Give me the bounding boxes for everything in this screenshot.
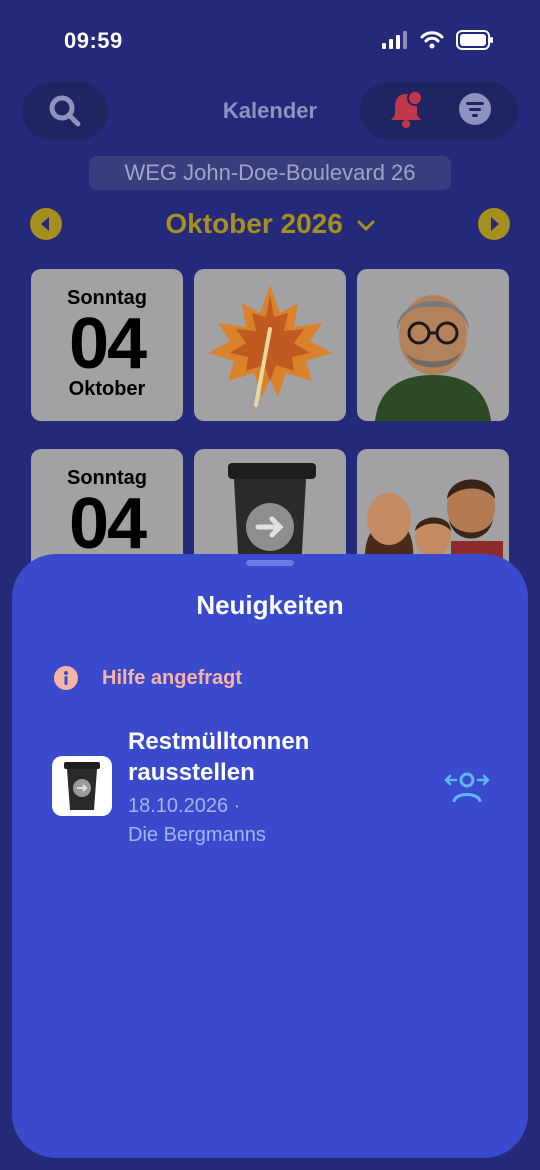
news-item-title: Restmülltonnen rausstellen — [128, 728, 310, 786]
wifi-icon — [420, 31, 444, 49]
date-tile[interactable]: Sonntag 04 Oktober — [31, 269, 183, 421]
news-item-thumbnail — [52, 756, 112, 816]
month-selector[interactable]: Oktober 2026 — [0, 208, 540, 240]
maple-leaf-image — [208, 285, 332, 407]
assign-person-icon — [444, 772, 490, 803]
trash-bin-icon — [64, 762, 100, 810]
sheet-title: Neuigkeiten — [196, 590, 344, 620]
month-navigation: Oktober 2026 — [0, 204, 540, 244]
info-icon — [54, 666, 78, 690]
filter-icon — [459, 92, 491, 125]
news-item[interactable]: Restmülltonnen rausstellen 18.10.2026 · … — [52, 726, 492, 856]
news-item-meta: 18.10.2026 · Die Bergmanns — [128, 792, 266, 850]
filter-button[interactable] — [457, 91, 493, 132]
bell-icon — [391, 89, 423, 128]
sheet-drag-handle[interactable] — [246, 560, 294, 566]
month-name: Oktober — [68, 378, 146, 400]
news-item-author: Die Bergmanns — [128, 824, 266, 846]
month-label: Oktober 2026 — [165, 208, 343, 239]
community-address[interactable]: WEG John-Doe-Boulevard 26 — [89, 156, 451, 190]
section-label: Hilfe angefragt — [102, 666, 243, 689]
day-number: 04 — [68, 304, 147, 384]
signal-icon — [382, 31, 407, 49]
status-time: 09:59 — [64, 28, 123, 53]
chevron-down-icon — [357, 220, 375, 231]
assign-helper-button[interactable] — [444, 770, 490, 804]
status-bar: 09:59 — [0, 0, 540, 80]
top-bar: Kalender — [0, 80, 540, 142]
notifications-button[interactable] — [385, 88, 427, 135]
event-tile-maple-leaf[interactable] — [194, 269, 346, 421]
header-actions — [360, 82, 518, 140]
next-month-button[interactable] — [478, 208, 510, 240]
battery-icon — [456, 30, 493, 50]
day-number: 04 — [68, 484, 147, 564]
news-sheet: Neuigkeiten Hilfe angefragt Restmülltonn… — [12, 554, 528, 1158]
status-icons — [382, 30, 494, 50]
news-section-header: Hilfe angefragt — [54, 666, 242, 690]
news-item-date: 18.10.2026 · — [128, 795, 241, 817]
event-tile-avatar[interactable] — [357, 269, 509, 421]
man-avatar-image — [375, 295, 491, 421]
chevron-right-icon — [491, 217, 499, 231]
